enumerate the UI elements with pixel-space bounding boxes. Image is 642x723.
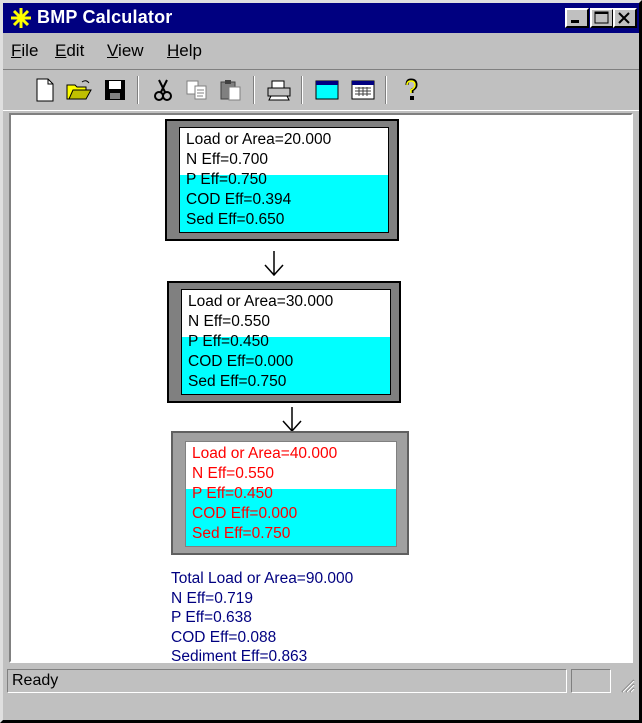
close-button[interactable] — [613, 8, 637, 28]
toolbar-separator — [137, 76, 139, 104]
toolbar — [3, 69, 639, 111]
bmp-box-selected[interactable]: Load or Area=40.000 N Eff=0.550 P Eff=0.… — [171, 431, 409, 555]
window-title: BMP Calculator — [37, 7, 173, 27]
load-label: Load or Area=20.000 — [186, 131, 332, 148]
flow-arrow-icon — [282, 407, 302, 433]
total-p-eff-label: P Eff=0.638 — [171, 609, 252, 626]
menu-edit[interactable]: Edit — [55, 41, 84, 61]
sed-eff-label: Sed Eff=0.750 — [192, 525, 291, 542]
toolbar-separator — [301, 76, 303, 104]
bmp-box[interactable]: Load or Area=30.000 N Eff=0.550 P Eff=0.… — [167, 281, 401, 403]
p-eff-label: P Eff=0.750 — [186, 171, 267, 188]
app-icon — [11, 8, 31, 28]
toolbar-separator — [253, 76, 255, 104]
sed-eff-label: Sed Eff=0.650 — [186, 211, 285, 228]
title-bar[interactable]: BMP Calculator — [3, 3, 639, 33]
flow-arrow-icon — [264, 251, 284, 277]
total-n-eff-label: N Eff=0.719 — [171, 589, 254, 607]
total-cod-eff-label: COD Eff=0.088 — [171, 628, 277, 646]
menu-view[interactable]: View — [107, 41, 144, 61]
grid-icon[interactable] — [349, 76, 377, 104]
cod-eff-label: COD Eff=0.000 — [192, 505, 298, 522]
minimize-button[interactable] — [565, 8, 589, 28]
flow-canvas: Load or Area=20.000 N Eff=0.700 P Eff=0.… — [9, 113, 633, 663]
cod-eff-label: COD Eff=0.394 — [186, 191, 292, 208]
status-bar: Ready — [3, 667, 639, 697]
status-panel — [571, 669, 611, 693]
help-icon[interactable] — [397, 76, 425, 104]
n-eff-label: N Eff=0.550 — [192, 465, 275, 482]
menu-help[interactable]: Help — [167, 41, 202, 61]
bmp-box-content: Load or Area=40.000 N Eff=0.550 P Eff=0.… — [185, 441, 397, 547]
total-sediment-eff-label: Sediment Eff=0.863 — [171, 648, 308, 663]
total-load-label: Total Load or Area=90.000 — [171, 570, 354, 587]
paste-icon[interactable] — [217, 76, 245, 104]
p-eff-label: P Eff=0.450 — [188, 333, 269, 350]
window-icon[interactable] — [313, 76, 341, 104]
status-text: Ready — [7, 669, 567, 693]
n-eff-label: N Eff=0.550 — [188, 313, 271, 330]
maximize-button[interactable] — [590, 8, 614, 28]
bmp-box[interactable]: Load or Area=20.000 N Eff=0.700 P Eff=0.… — [165, 119, 399, 241]
cut-icon[interactable] — [149, 76, 177, 104]
bmp-box-content: Load or Area=20.000 N Eff=0.700 P Eff=0.… — [179, 127, 389, 233]
cod-eff-label: COD Eff=0.000 — [188, 353, 294, 370]
bmp-calculator-window: BMP Calculator File Edit View Help Load … — [0, 0, 642, 723]
p-eff-label: P Eff=0.450 — [192, 485, 273, 502]
sed-eff-label: Sed Eff=0.750 — [188, 373, 287, 390]
copy-icon[interactable] — [183, 76, 211, 104]
load-label: Load or Area=30.000 — [188, 293, 334, 310]
menu-bar: File Edit View Help — [3, 35, 639, 65]
menu-file[interactable]: File — [11, 41, 38, 61]
resize-grip-icon[interactable] — [617, 675, 635, 693]
toolbar-separator — [385, 76, 387, 104]
save-icon[interactable] — [101, 76, 129, 104]
summary-results: Total Load or Area=90.000 N Eff=0.719 P … — [171, 569, 354, 663]
print-icon[interactable] — [265, 76, 293, 104]
load-label: Load or Area=40.000 — [192, 445, 338, 462]
n-eff-label: N Eff=0.700 — [186, 151, 269, 168]
bmp-box-content: Load or Area=30.000 N Eff=0.550 P Eff=0.… — [181, 289, 391, 395]
open-icon[interactable] — [65, 76, 93, 104]
new-icon[interactable] — [31, 76, 59, 104]
